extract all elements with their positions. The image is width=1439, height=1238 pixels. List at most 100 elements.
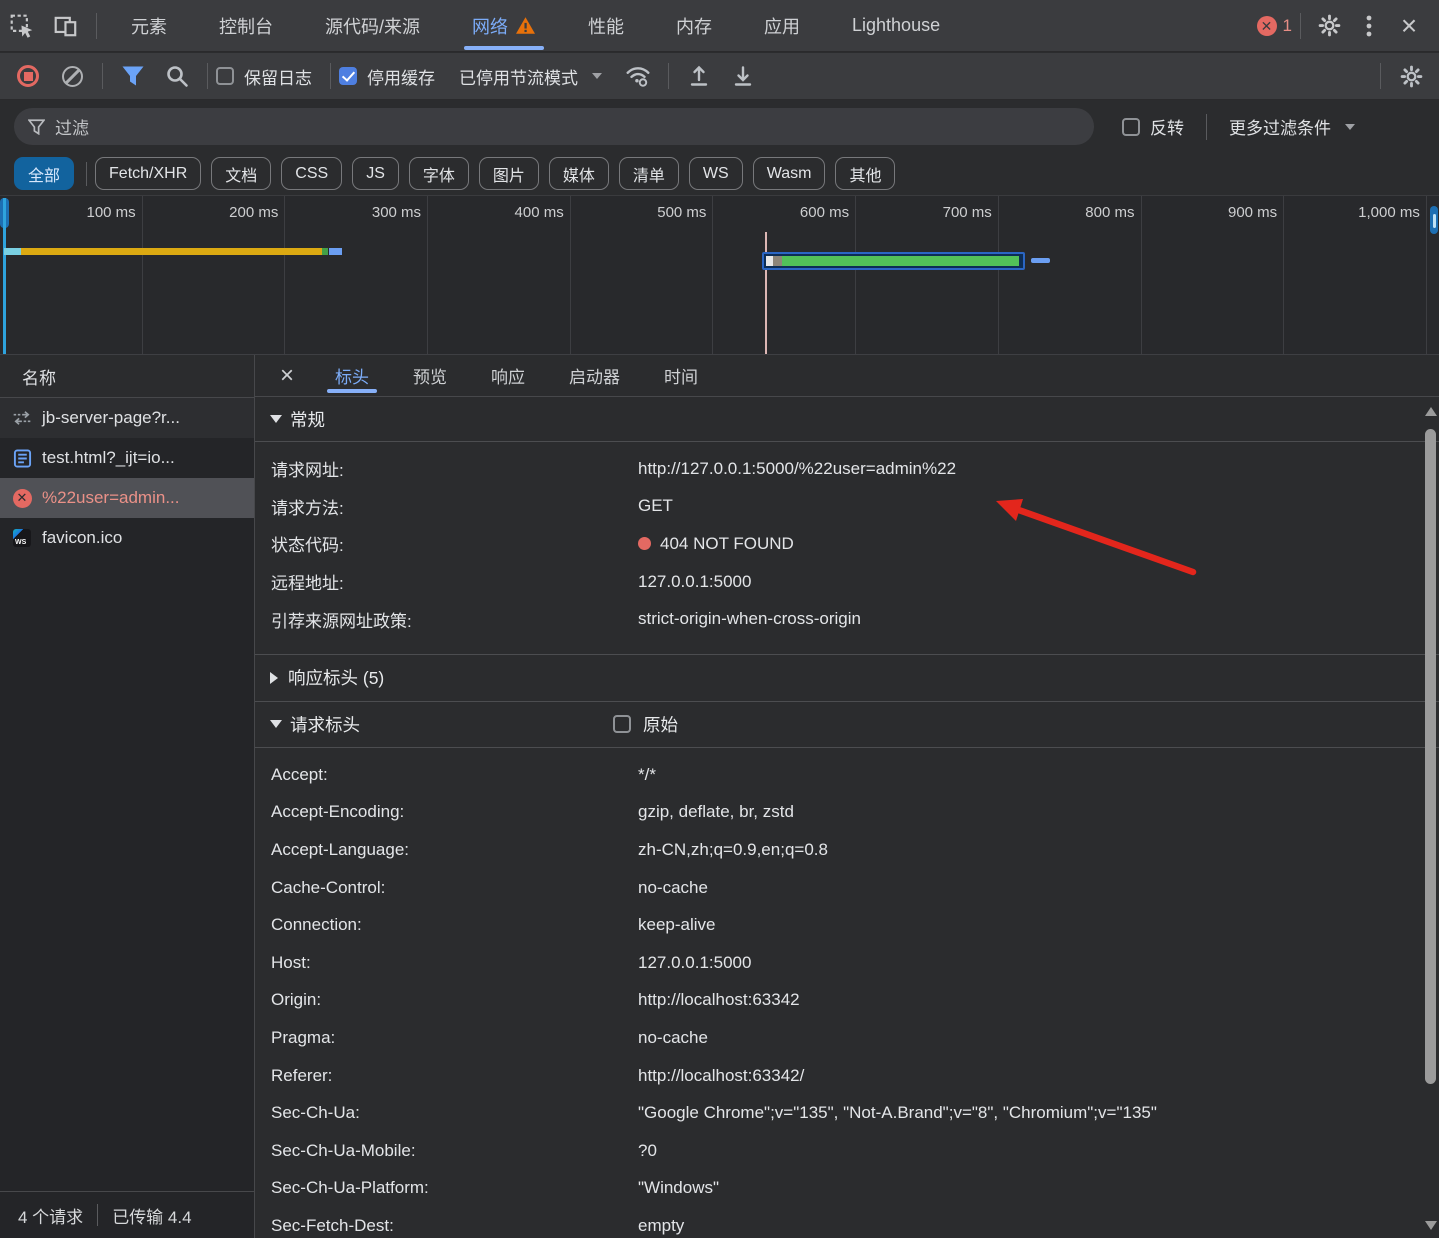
disable-cache-checkbox[interactable] [339,67,357,85]
filter-chip-清单[interactable]: 清单 [619,157,679,190]
close-detail-icon[interactable]: × [261,355,313,396]
tab-性能[interactable]: 性能 [562,0,650,52]
chevron-down-icon[interactable] [592,73,602,79]
invert-filter-label[interactable]: 反转 [1150,114,1184,139]
export-har-icon[interactable] [721,56,765,96]
import-har-icon[interactable] [677,56,721,96]
waterfall-bar-segment [782,256,1019,266]
waterfall-bar-segment [21,248,322,255]
filter-chip-WS[interactable]: WS [689,157,743,190]
more-filters-button[interactable]: 更多过滤条件 [1229,114,1331,139]
filter-chip-JS[interactable]: JS [352,157,399,190]
raw-headers-checkbox[interactable] [613,715,631,733]
tab-Lighthouse[interactable]: Lighthouse [826,0,966,52]
waterfall-selected-bar[interactable] [762,252,1025,270]
header-value-text: empty [638,1216,684,1235]
header-value-text: 127.0.0.1:5000 [638,572,751,591]
filter-chip-文档[interactable]: 文档 [211,157,271,190]
request-row[interactable]: WSfavicon.ico [0,518,254,558]
network-overview-timeline[interactable]: 100 ms200 ms300 ms400 ms500 ms600 ms700 … [0,196,1439,355]
request-type-filter-chips: 全部 Fetch/XHR 文档 CSS JS 字体图片媒体清单 WS Wasm 其他 [0,152,1439,196]
header-row: Cache-Control:no-cache [255,869,1439,907]
record-network-log-icon[interactable] [6,56,50,96]
preserve-log-checkbox[interactable] [216,67,234,85]
status-dot-icon [638,537,651,550]
request-detail-panel: × 标头预览响应启动器时间 常规 请求网址:http://127.0.0.1:5… [255,355,1439,1238]
header-row: 请求方法:GET [255,488,1439,526]
name-column-header[interactable]: 名称 [0,355,254,398]
tab-控制台[interactable]: 控制台 [193,0,299,52]
filter-chip-图片[interactable]: 图片 [479,157,539,190]
header-row: Origin:http://localhost:63342 [255,982,1439,1020]
request-row[interactable]: ✕%22user=admin... [0,478,254,518]
header-value-text: no-cache [638,1028,708,1047]
clear-network-log-icon[interactable] [50,56,94,96]
triangle-down-icon [270,415,282,423]
header-row: Host:127.0.0.1:5000 [255,944,1439,982]
request-list-panel: 名称 jb-server-page?r...test.html?_ijt=io.… [0,355,255,1238]
raw-headers-label[interactable]: 原始 [643,712,678,737]
response-headers-section-header[interactable]: 响应标头 (5) [255,654,1439,702]
overview-right-handle-icon[interactable] [1430,206,1438,234]
request-row[interactable]: jb-server-page?r... [0,398,254,438]
filter-chip-CSS[interactable]: CSS [281,157,342,190]
error-count-badge[interactable]: ✕ 1 [1257,16,1292,36]
filter-input[interactable]: 过滤 [14,108,1094,145]
error-icon: ✕ [1257,16,1277,36]
tab-应用[interactable]: 应用 [738,0,826,52]
network-settings-gear-icon[interactable] [1389,56,1433,96]
request-row[interactable]: test.html?_ijt=io... [0,438,254,478]
filter-chip-Fetch/XHR[interactable]: Fetch/XHR [95,157,201,190]
filter-chip-字体[interactable]: 字体 [409,157,469,190]
search-icon[interactable] [155,56,199,96]
request-headers-section-header[interactable]: 请求标头 原始 [255,702,1439,748]
filter-chip-全部[interactable]: 全部 [14,157,74,190]
network-conditions-icon[interactable] [616,56,660,96]
scroll-down-icon[interactable] [1425,1221,1437,1230]
inspect-element-icon[interactable] [0,6,44,46]
filter-chip-Wasm[interactable]: Wasm [753,157,826,190]
close-devtools-icon[interactable]: × [1389,6,1429,46]
filter-chip-媒体[interactable]: 媒体 [549,157,609,190]
tab-内存[interactable]: 内存 [650,0,738,52]
disable-cache-label[interactable]: 停用缓存 [367,64,435,89]
detail-tab-预览[interactable]: 预览 [391,355,469,396]
more-options-icon[interactable] [1349,6,1389,46]
divider [1300,13,1301,39]
timeline-tick: 500 ms [571,196,714,354]
detail-scrollbar[interactable] [1424,399,1438,1238]
tab-label: 内存 [676,13,712,39]
tab-网络[interactable]: 网络 [446,0,562,52]
header-value-text: */* [638,765,656,784]
scrollbar-thumb[interactable] [1425,429,1436,1084]
header-row: 远程地址:127.0.0.1:5000 [255,563,1439,601]
network-status-bar: 4 个请求 已传输 4.4 [0,1191,254,1238]
preserve-log-label[interactable]: 保留日志 [244,64,312,89]
scroll-up-icon[interactable] [1425,407,1437,416]
tab-元素[interactable]: 元素 [105,0,193,52]
detail-tab-响应[interactable]: 响应 [469,355,547,396]
header-value: empty [638,1216,684,1236]
header-name: Referer: [255,1066,638,1086]
general-section-header[interactable]: 常规 [255,397,1439,442]
divider [668,63,669,89]
throttling-select[interactable]: 已停用节流模式 [459,64,578,89]
settings-gear-icon[interactable] [1309,6,1349,46]
invert-filter-checkbox[interactable] [1122,118,1140,136]
error-icon: ✕ [13,489,32,508]
general-section-title: 常规 [290,407,325,432]
detail-tab-时间[interactable]: 时间 [642,355,720,396]
device-toolbar-icon[interactable] [44,6,88,46]
detail-tab-启动器[interactable]: 启动器 [547,355,642,396]
header-value-text: http://127.0.0.1:5000/%22user=admin%22 [638,459,956,478]
timeline-tick: 800 ms [999,196,1142,354]
tab-label: Lighthouse [852,15,940,36]
webstorm-favicon-icon: WS [13,529,31,547]
filter-funnel-icon [28,119,45,135]
detail-tab-标头[interactable]: 标头 [313,355,391,396]
chevron-down-icon[interactable] [1345,124,1355,130]
tab-源代码/来源[interactable]: 源代码/来源 [299,0,446,52]
filter-toggle-icon[interactable] [111,56,155,96]
filter-chip-其他[interactable]: 其他 [835,157,895,190]
header-value: gzip, deflate, br, zstd [638,802,794,822]
